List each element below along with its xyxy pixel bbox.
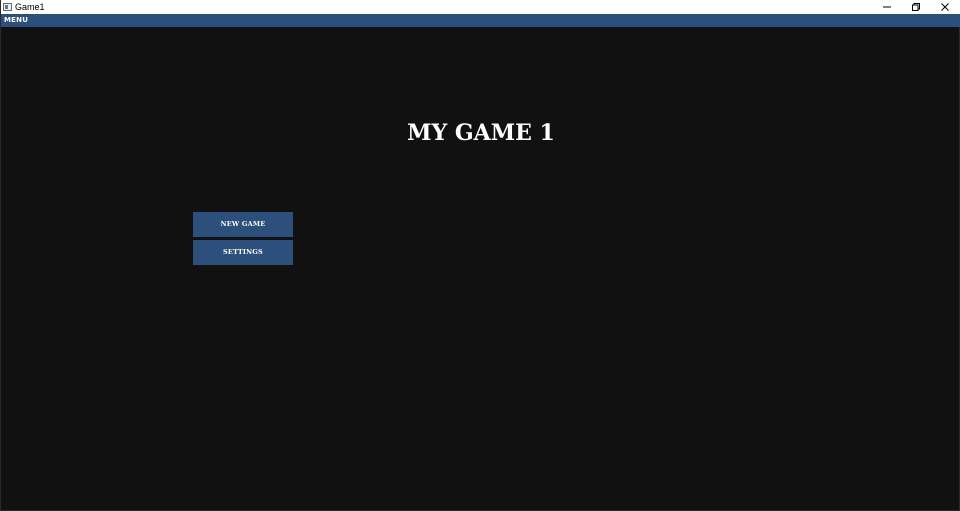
window-title: Game1	[15, 2, 45, 12]
maximize-button[interactable]	[901, 0, 930, 14]
menu-bar: MENU	[1, 14, 960, 27]
game-window: Game1 MENU MY GAME 1 NEW GAME SETTINGS	[0, 0, 960, 511]
app-window-icon	[3, 3, 12, 11]
game-title: MY GAME 1	[407, 120, 555, 146]
minimize-icon	[882, 6, 891, 8]
menu-toggle[interactable]: MENU	[4, 15, 28, 26]
close-icon	[940, 3, 949, 11]
window-titlebar[interactable]: Game1	[1, 0, 960, 14]
restore-icon	[911, 3, 920, 11]
close-button[interactable]	[930, 0, 959, 14]
settings-button[interactable]: SETTINGS	[193, 240, 293, 265]
minimize-button[interactable]	[872, 0, 901, 14]
new-game-button[interactable]: NEW GAME	[193, 212, 293, 237]
